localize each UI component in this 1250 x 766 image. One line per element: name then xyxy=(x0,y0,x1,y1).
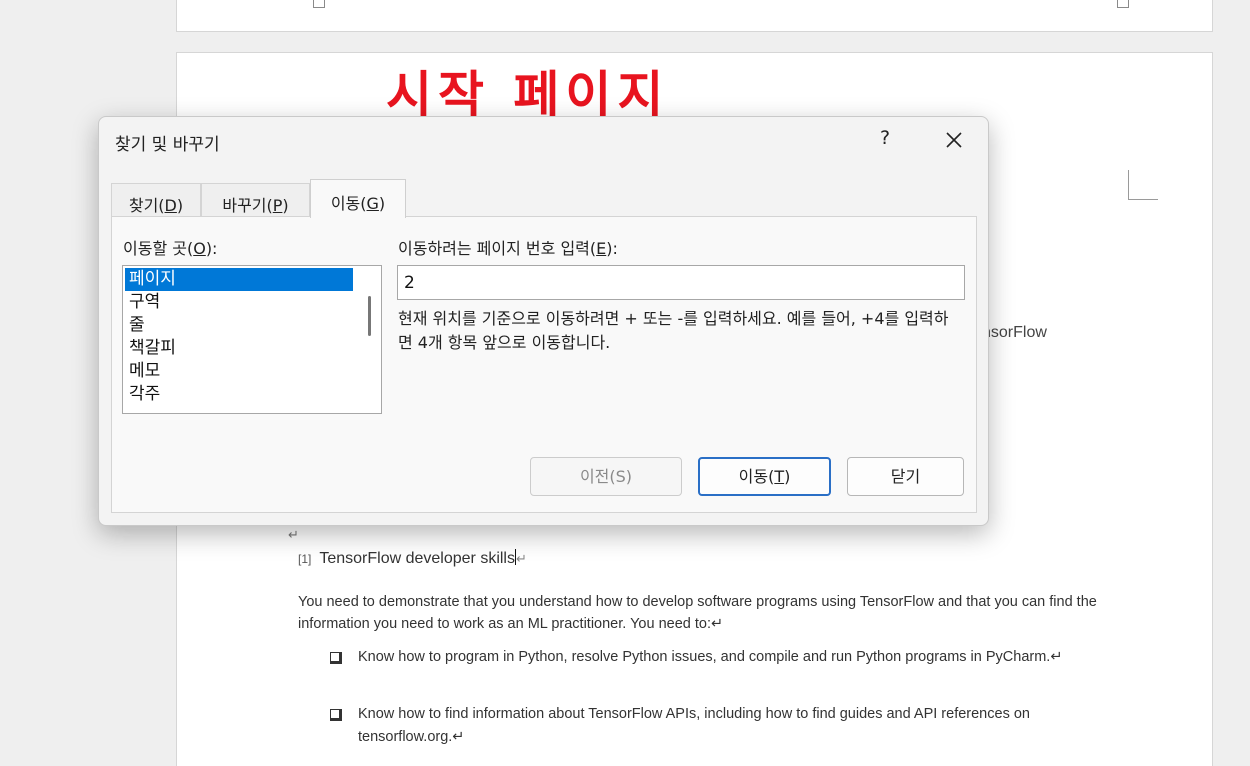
obscured-text-fragment: nsorFlow xyxy=(982,324,1047,341)
margin-corner-mark xyxy=(1128,170,1158,200)
checkbox-bullet-icon xyxy=(330,652,342,664)
bullet-text: Know how to find information about Tenso… xyxy=(358,706,1030,745)
goto-button[interactable]: 이동(T) xyxy=(698,457,831,496)
goto-hint-text: 현재 위치를 기준으로 이동하려면 + 또는 -를 입력하세요. 예를 들어, … xyxy=(398,309,949,352)
header-margin-mark xyxy=(313,0,325,8)
bullet-text: Know how to program in Python, resolve P… xyxy=(358,649,1063,665)
previous-page-bottom xyxy=(176,0,1213,32)
tab-find[interactable]: 찾기(D) xyxy=(111,183,201,217)
paragraph-mark: ↵ xyxy=(288,528,299,543)
heading-text: TensorFlow developer skills xyxy=(319,550,515,567)
close-button[interactable]: 닫기 xyxy=(847,457,964,496)
enter-page-label: 이동하려는 페이지 번호 입력(E): xyxy=(398,239,618,258)
checkbox-bullet-icon xyxy=(330,709,342,721)
heading-number: [1] xyxy=(298,552,312,566)
list-item[interactable]: 각주 xyxy=(125,383,353,406)
header-margin-mark xyxy=(1117,0,1129,8)
document-heading[interactable]: [1] TensorFlow developer skills↵ xyxy=(298,549,527,568)
list-item[interactable]: 책갈피 xyxy=(125,337,353,360)
close-icon[interactable] xyxy=(939,125,969,155)
page-number-input[interactable] xyxy=(397,265,965,300)
tab-goto[interactable]: 이동(G) xyxy=(310,179,406,218)
tab-replace[interactable]: 바꾸기(P) xyxy=(201,183,310,217)
goto-what-listbox[interactable]: 페이지 구역 줄 책갈피 메모 각주 xyxy=(122,265,382,414)
list-item[interactable]: 메모 xyxy=(125,360,353,383)
paragraph-mark: ↵ xyxy=(515,551,527,566)
previous-button[interactable]: 이전(S) xyxy=(530,457,682,496)
list-item[interactable]: 구역 xyxy=(125,291,353,314)
list-item[interactable]: 줄 xyxy=(125,314,353,337)
dialog-title: 찾기 및 바꾸기 xyxy=(115,135,220,155)
goto-panel: 이동할 곳(O): 페이지 구역 줄 책갈피 메모 각주 이동하려는 페이지 번… xyxy=(111,216,977,513)
list-item[interactable]: 페이지 xyxy=(125,268,353,291)
listbox-scrollbar[interactable] xyxy=(368,296,371,336)
find-replace-dialog: 찾기 및 바꾸기 ? 찾기(D) 바꾸기(P) 이동(G) 이동할 곳(O): … xyxy=(98,116,989,526)
body-paragraph[interactable]: You need to demonstrate that you underst… xyxy=(298,591,1098,635)
goto-what-label: 이동할 곳(O): xyxy=(123,239,218,258)
help-button[interactable]: ? xyxy=(875,127,895,149)
